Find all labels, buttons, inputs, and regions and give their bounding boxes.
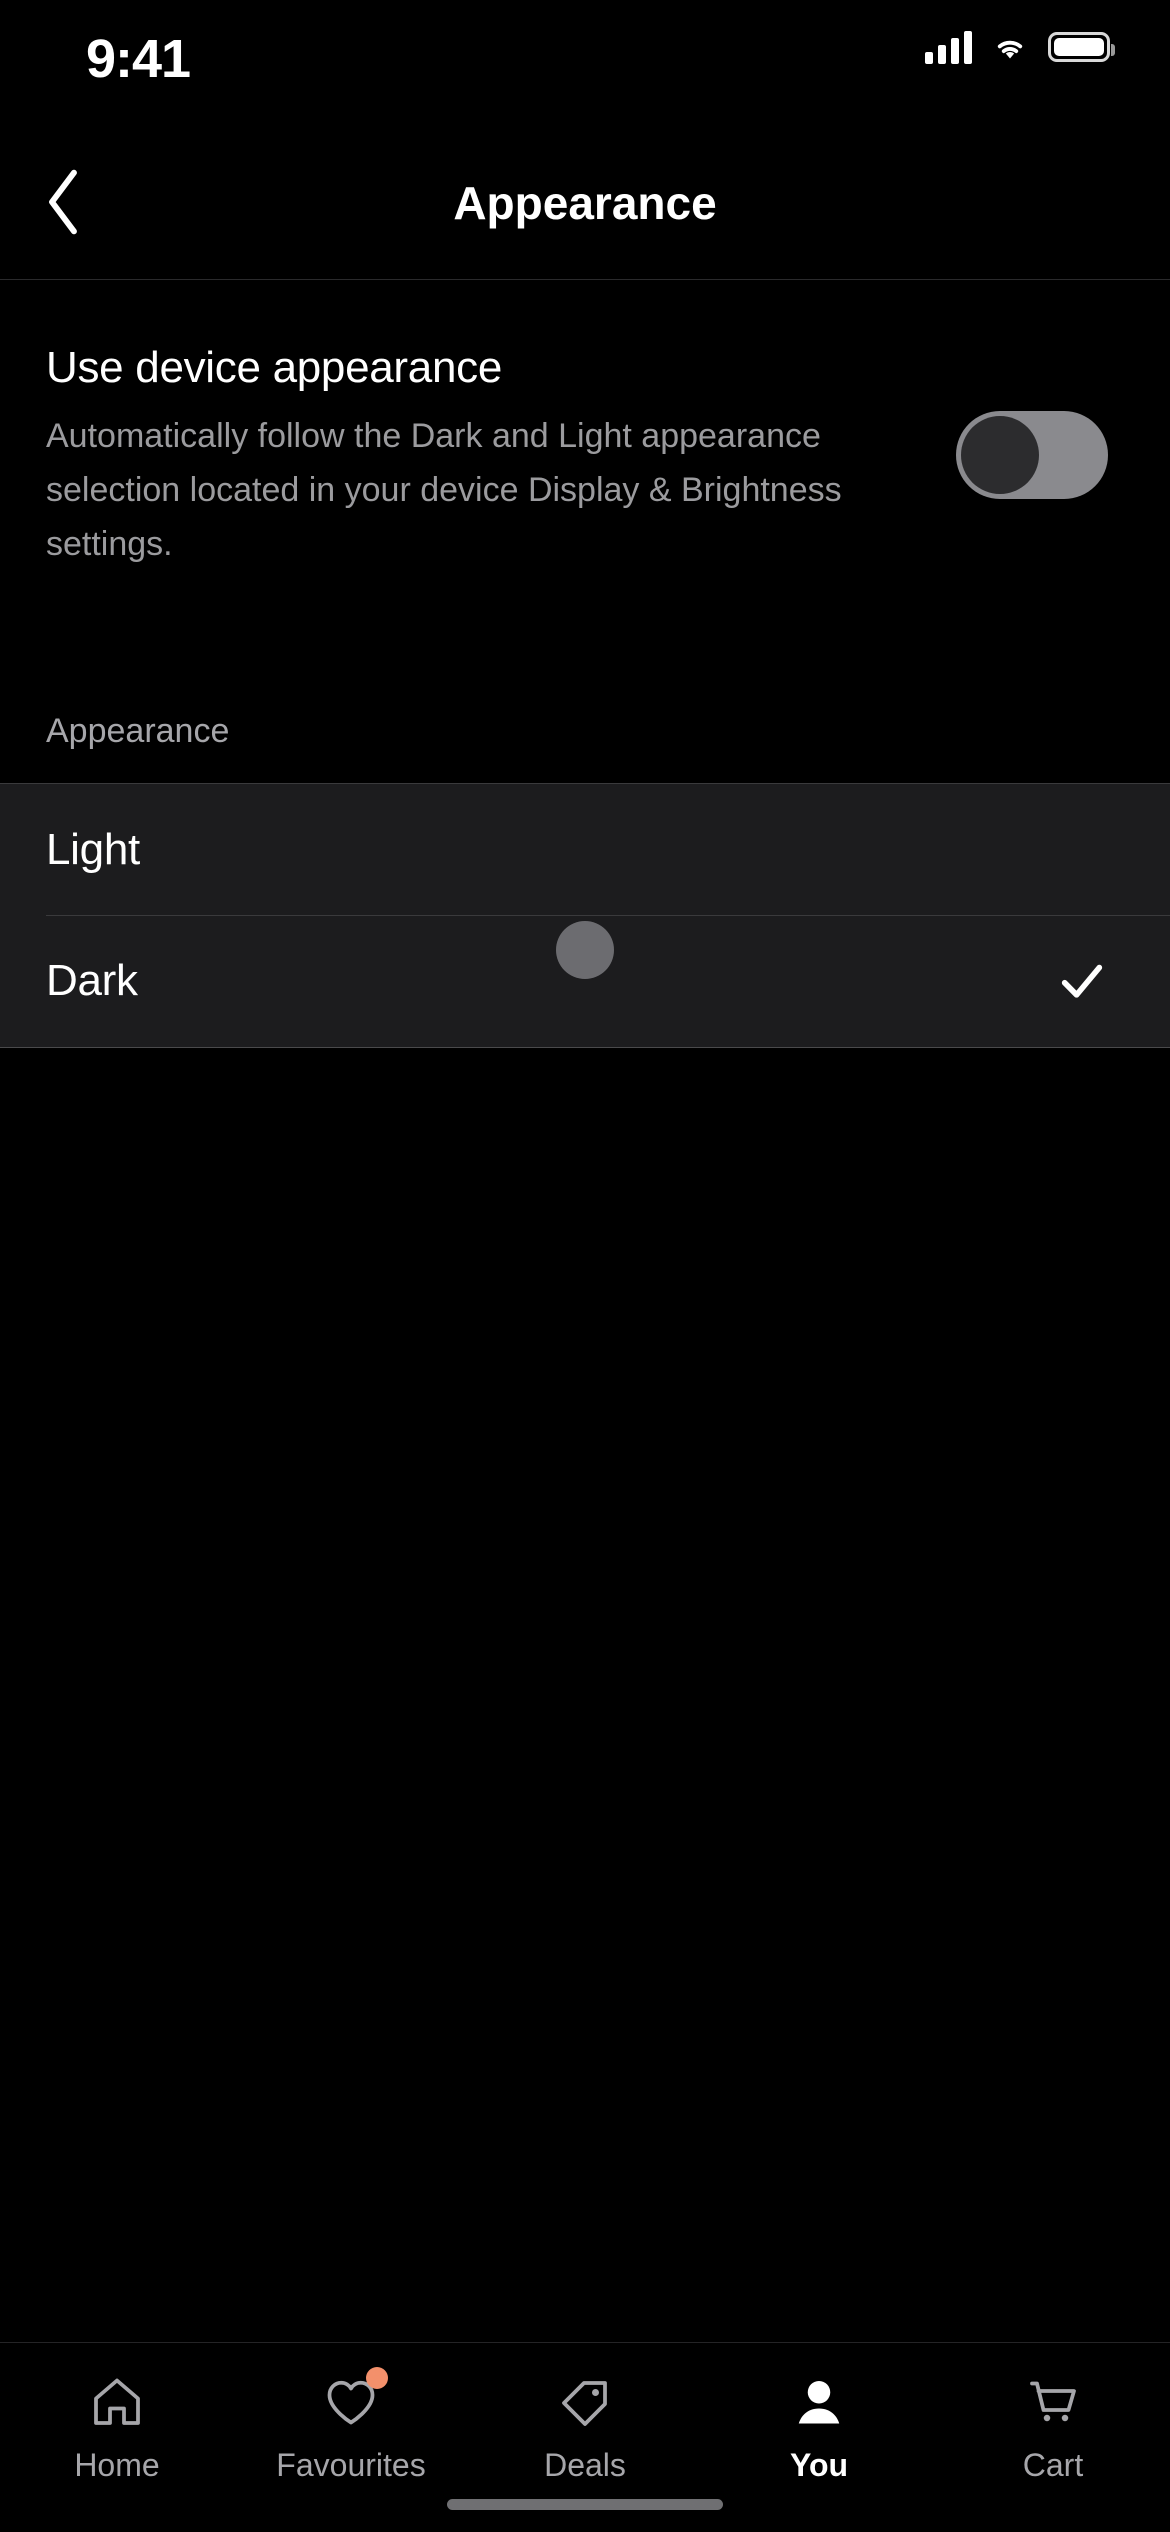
appearance-options-card: Light Dark	[0, 783, 1170, 1048]
tab-home[interactable]: Home	[0, 2343, 234, 2532]
tag-icon	[552, 2369, 618, 2435]
signal-bars-icon	[925, 30, 972, 64]
checkmark-icon	[1061, 964, 1103, 998]
tab-favourites[interactable]: Favourites	[234, 2343, 468, 2532]
tab-label: Cart	[1022, 2447, 1084, 2483]
home-indicator[interactable]	[447, 2499, 723, 2510]
page-title: Appearance	[453, 176, 717, 229]
heart-icon	[318, 2367, 388, 2435]
home-icon	[84, 2369, 150, 2435]
tab-label: Favourites	[276, 2447, 426, 2483]
shopping-cart-icon	[1020, 2369, 1086, 2435]
notification-badge	[366, 2367, 388, 2389]
toggle-knob	[961, 416, 1039, 494]
app-screen: 9:41 Appearance Use device appearance Au…	[0, 0, 1170, 2532]
person-icon	[786, 2369, 852, 2435]
list-item-label: Dark	[46, 955, 138, 1005]
use-device-appearance-toggle[interactable]	[956, 411, 1108, 499]
status-bar-time: 9:41	[86, 29, 191, 89]
tab-label: Deals	[544, 2447, 626, 2483]
header-divider	[0, 279, 1170, 280]
battery-icon	[1048, 32, 1115, 62]
use-device-appearance-row[interactable]: Use device appearance Automatically foll…	[0, 281, 1170, 681]
tab-cart[interactable]: Cart	[936, 2343, 1170, 2532]
touch-cursor	[556, 921, 614, 979]
bottom-tab-bar: Home Favourites Deals You Cart	[0, 2342, 1170, 2532]
tab-label: You	[789, 2447, 849, 2483]
use-device-appearance-title: Use device appearance	[46, 343, 503, 392]
appearance-section-label: Appearance	[46, 712, 230, 750]
status-bar-indicators	[925, 30, 1115, 64]
list-item-label: Light	[46, 824, 140, 874]
wifi-icon	[997, 40, 1023, 59]
use-device-appearance-description: Automatically follow the Dark and Light …	[46, 417, 842, 563]
appearance-option-light[interactable]: Light	[0, 784, 1170, 916]
status-bar: 9:41	[0, 0, 1170, 125]
navigation-bar: Appearance	[0, 125, 1170, 280]
tab-you[interactable]: You	[702, 2343, 936, 2532]
tab-label: Home	[74, 2447, 160, 2483]
